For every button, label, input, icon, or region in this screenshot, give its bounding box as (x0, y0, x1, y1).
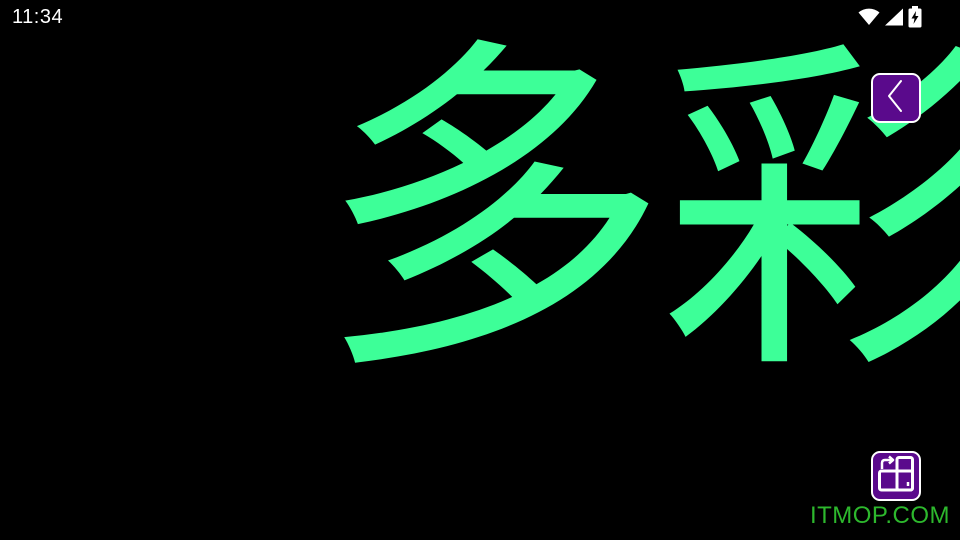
back-button[interactable] (871, 73, 921, 123)
status-icons (858, 6, 922, 28)
cellular-signal-icon (884, 8, 904, 26)
wifi-icon (858, 8, 880, 26)
status-bar: 11:34 (0, 0, 960, 36)
chevron-left-icon (884, 79, 908, 117)
watermark: ITMOP.COM (809, 502, 950, 529)
marquee-viewport[interactable]: 多彩 (0, 36, 960, 540)
rotate-screen-icon (877, 455, 915, 497)
led-marquee-screen: 11:34 多彩 ITMOP.COM (0, 0, 960, 540)
marquee-text: 多彩 (318, 36, 960, 417)
status-time: 11:34 (12, 6, 64, 28)
battery-charging-icon (908, 6, 922, 28)
rotate-screen-button[interactable] (871, 451, 921, 501)
